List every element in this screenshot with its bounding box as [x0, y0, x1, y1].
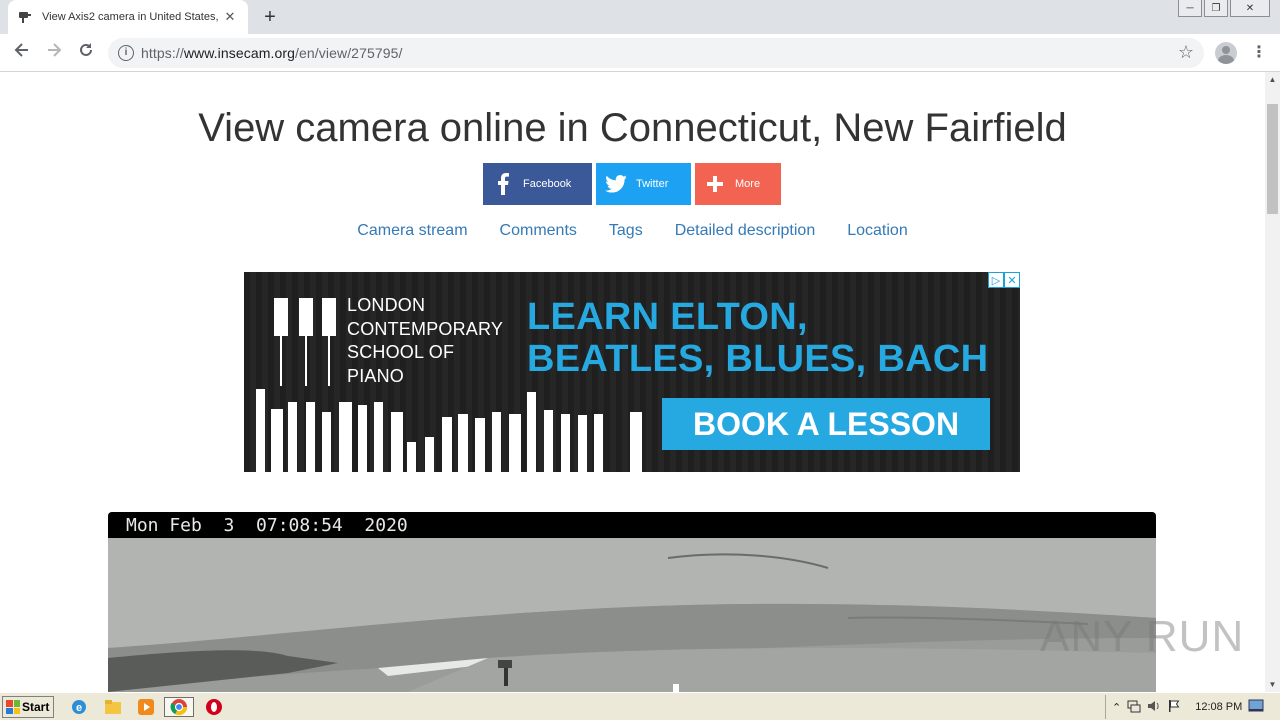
facebook-label: Facebook: [523, 178, 572, 190]
ad-close-icon[interactable]: ✕: [1004, 272, 1020, 288]
ad-cta-button[interactable]: BOOK A LESSON: [662, 398, 990, 450]
camera-favicon-icon: [18, 9, 34, 25]
ad-headline: LEARN ELTON, BEATLES, BLUES, BACH: [527, 296, 989, 380]
browser-toolbar: i https://www.insecam.org/en/view/275795…: [0, 34, 1280, 72]
internet-explorer-icon[interactable]: e: [68, 697, 90, 717]
nav-link-camera-stream[interactable]: Camera stream: [357, 222, 467, 240]
tab-strip: View Axis2 camera in United States, ✕ + …: [0, 0, 1280, 34]
volume-icon[interactable]: [1147, 699, 1161, 716]
back-arrow-icon[interactable]: [10, 41, 34, 65]
minimize-button[interactable]: ─: [1178, 0, 1202, 17]
page-viewport: View camera online in Connecticut, New F…: [0, 72, 1265, 692]
start-label: Start: [22, 700, 50, 714]
reload-icon[interactable]: [74, 41, 98, 65]
media-player-icon[interactable]: [135, 697, 157, 717]
anyrun-watermark: ANY RUN: [1040, 612, 1245, 661]
camera-timestamp: Mon Feb 3 07:08:54 2020: [126, 515, 408, 536]
nav-link-comments[interactable]: Comments: [500, 222, 577, 240]
plus-icon: [695, 163, 735, 205]
ad-brand: LONDON CONTEMPORARY SCHOOL OF PIANO: [347, 295, 504, 386]
tab-title: View Axis2 camera in United States,: [42, 11, 219, 23]
camera-scene: [108, 538, 1156, 692]
share-facebook-button[interactable]: Facebook: [483, 163, 592, 205]
forward-arrow-icon[interactable]: [42, 41, 66, 65]
facebook-icon: [483, 163, 523, 205]
share-more-button[interactable]: More: [695, 163, 781, 205]
scroll-down-arrow-icon[interactable]: ▼: [1265, 677, 1280, 692]
restore-button[interactable]: ❐: [1204, 0, 1228, 17]
nav-link-tags[interactable]: Tags: [609, 222, 643, 240]
section-nav: Camera stream Comments Tags Detailed des…: [0, 222, 1265, 240]
close-tab-icon[interactable]: ✕: [222, 9, 238, 25]
tray-expand-icon[interactable]: ⌃: [1112, 701, 1121, 714]
network-icon[interactable]: [1127, 699, 1141, 716]
explorer-icon[interactable]: [102, 697, 124, 717]
new-tab-button[interactable]: +: [258, 6, 282, 28]
ad-choices[interactable]: ▷ ✕: [988, 272, 1020, 288]
scroll-thumb[interactable]: [1267, 104, 1278, 214]
address-bar[interactable]: i https://www.insecam.org/en/view/275795…: [108, 38, 1204, 68]
scroll-up-arrow-icon[interactable]: ▲: [1265, 72, 1280, 87]
show-desktop-icon[interactable]: [1248, 699, 1264, 716]
taskbar-clock[interactable]: 12:08 PM: [1195, 701, 1242, 713]
ad-choices-icon[interactable]: ▷: [988, 272, 1004, 288]
twitter-icon: [596, 163, 636, 205]
browser-tab[interactable]: View Axis2 camera in United States, ✕: [8, 0, 248, 34]
twitter-label: Twitter: [636, 178, 669, 190]
window-controls: ─ ❐ ✕: [1178, 0, 1270, 17]
system-tray: ⌃ 12:08 PM: [1105, 695, 1280, 719]
ad-banner[interactable]: ▷ ✕ LONDON CONTEMPORARY SCHOOL OF PIANO …: [244, 272, 1020, 472]
nav-link-location[interactable]: Location: [847, 222, 908, 240]
page-scrollbar[interactable]: ▲ ▼: [1265, 72, 1280, 692]
opera-icon[interactable]: [203, 697, 225, 717]
bookmark-star-icon[interactable]: ☆: [1178, 42, 1194, 63]
nav-link-detailed-description[interactable]: Detailed description: [675, 222, 816, 240]
more-label: More: [735, 178, 761, 190]
close-window-button[interactable]: ✕: [1230, 0, 1270, 17]
camera-timestamp-bar: Mon Feb 3 07:08:54 2020: [108, 512, 1156, 538]
browser-menu-icon[interactable]: ⋮: [1250, 43, 1268, 63]
action-center-flag-icon[interactable]: [1167, 699, 1181, 716]
camera-stream-image[interactable]: Mon Feb 3 07:08:54 2020: [108, 512, 1156, 692]
start-button[interactable]: Start: [2, 696, 54, 718]
url-text: https://www.insecam.org/en/view/275795/: [141, 45, 403, 61]
profile-avatar-icon[interactable]: [1215, 42, 1237, 64]
share-twitter-button[interactable]: Twitter: [596, 163, 691, 205]
svg-text:e: e: [76, 702, 82, 714]
chrome-icon[interactable]: [164, 697, 194, 717]
windows-logo-icon: [6, 700, 20, 714]
taskbar: Start e ⌃ 12:08 PM: [0, 692, 1280, 720]
site-info-icon[interactable]: i: [118, 45, 134, 61]
page-title: View camera online in Connecticut, New F…: [198, 106, 1067, 150]
